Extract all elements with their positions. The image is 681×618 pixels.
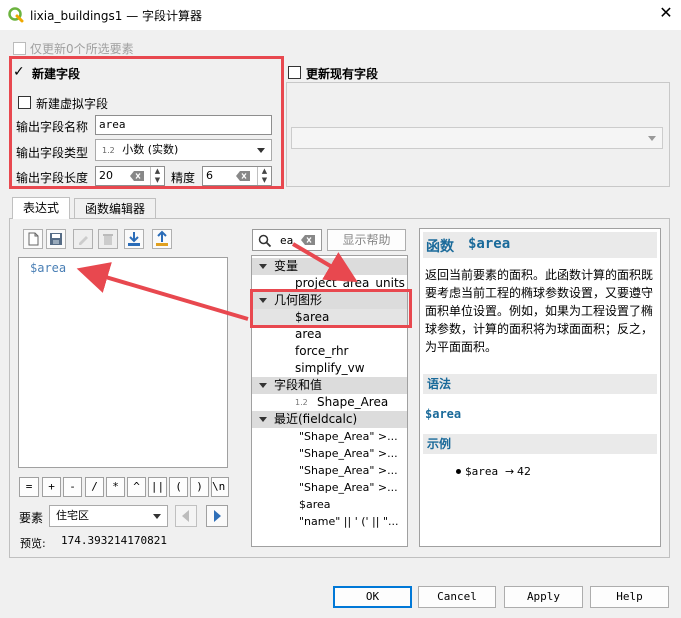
ok-button[interactable]: OK [333, 586, 412, 608]
arrow-to-editor [76, 262, 249, 321]
annotation-arrows [76, 242, 358, 321]
tab-expression[interactable]: 表达式 [12, 197, 71, 219]
help-button[interactable]: Help [590, 586, 669, 608]
apply-button[interactable]: Apply [504, 586, 583, 608]
arrow-to-tree [291, 242, 358, 283]
cancel-button[interactable]: Cancel [418, 586, 496, 608]
